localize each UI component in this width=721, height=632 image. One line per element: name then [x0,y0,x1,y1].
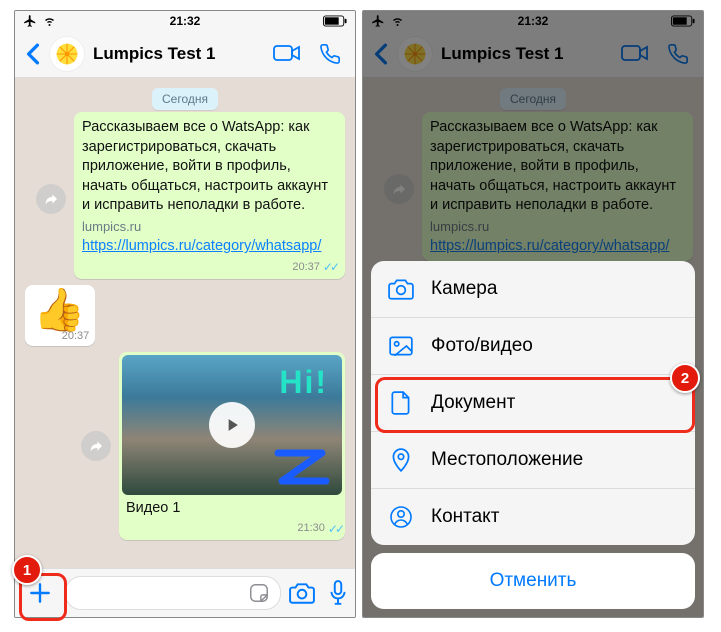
location-icon [390,447,412,473]
nav-bar: Lumpics Test 1 [15,31,355,78]
play-button[interactable] [209,402,255,448]
emoji-message: 👍 [29,287,89,333]
message-site: lumpics.ru [82,218,337,236]
forward-button[interactable] [81,431,111,461]
video-message[interactable]: Hi! Видео 1 21:30✓✓ [119,352,345,540]
phone-screen-right: 21:32 Lumpics Test 1 Сегодня [362,10,704,618]
sheet-item-contact[interactable]: Контакт [371,489,695,545]
photo-icon [388,335,414,357]
message-row: Рассказываем все о WatsApp: как зарегист… [25,118,345,279]
status-time: 21:32 [15,14,355,28]
sheet-item-photo[interactable]: Фото/видео [371,318,695,375]
message-time: 20:37 [62,329,90,344]
mic-icon[interactable] [329,580,347,606]
read-ticks-icon: ✓✓ [328,521,342,537]
forward-button[interactable] [36,184,66,214]
sticker-icon[interactable] [248,582,270,604]
sheet-item-location[interactable]: Местоположение [371,432,695,489]
document-icon [390,390,412,416]
message-bubble[interactable]: 👍 20:37 [25,285,95,346]
sheet-label: Контакт [431,506,499,528]
video-overlay-text: Hi! [279,361,328,404]
phone-screen-left: 21:32 Lumpics Test 1 Сегодня [14,10,356,618]
message-time: 20:37 [292,260,320,275]
sheet-label: Камера [431,278,497,300]
voice-call-icon[interactable] [319,43,341,65]
back-button[interactable] [21,43,45,65]
sheet-label: Фото/видео [431,335,533,357]
camera-icon [388,278,414,300]
sheet-label: Местоположение [431,449,583,471]
message-bubble[interactable]: Рассказываем все о WatsApp: как зарегист… [74,112,345,279]
input-bar [15,568,355,617]
message-input[interactable] [65,576,281,610]
video-thumbnail[interactable]: Hi! [122,355,342,495]
message-row: Hi! Видео 1 21:30✓✓ [25,352,345,540]
sheet-cancel[interactable]: Отменить [371,553,695,609]
read-ticks-icon: ✓✓ [323,259,337,275]
sheet-item-document[interactable]: Документ [371,375,695,432]
chat-avatar[interactable] [49,36,85,72]
contact-icon [389,505,413,529]
camera-icon[interactable] [289,582,315,604]
action-sheet: Камера Фото/видео Документ Местоположени… [371,261,695,609]
video-caption: Видео 1 [122,495,342,519]
day-chip: Сегодня [152,88,218,110]
chat-title[interactable]: Lumpics Test 1 [93,44,273,64]
status-bar: 21:32 [15,11,355,31]
message-time: 21:30 [297,521,325,536]
message-text: Рассказываем все о WatsApp: как зарегист… [82,119,328,213]
message-row: 👍 20:37 [25,285,345,346]
attach-button[interactable] [23,576,57,610]
cancel-label: Отменить [490,570,577,592]
chat-area[interactable]: Сегодня Рассказываем все о WatsApp: как … [15,78,355,568]
message-link[interactable]: https://lumpics.ru/category/whatsapp/ [82,237,337,257]
scribble-icon [272,445,332,489]
sheet-label: Документ [431,392,515,414]
video-call-icon[interactable] [273,43,301,63]
sheet-item-camera[interactable]: Камера [371,261,695,318]
